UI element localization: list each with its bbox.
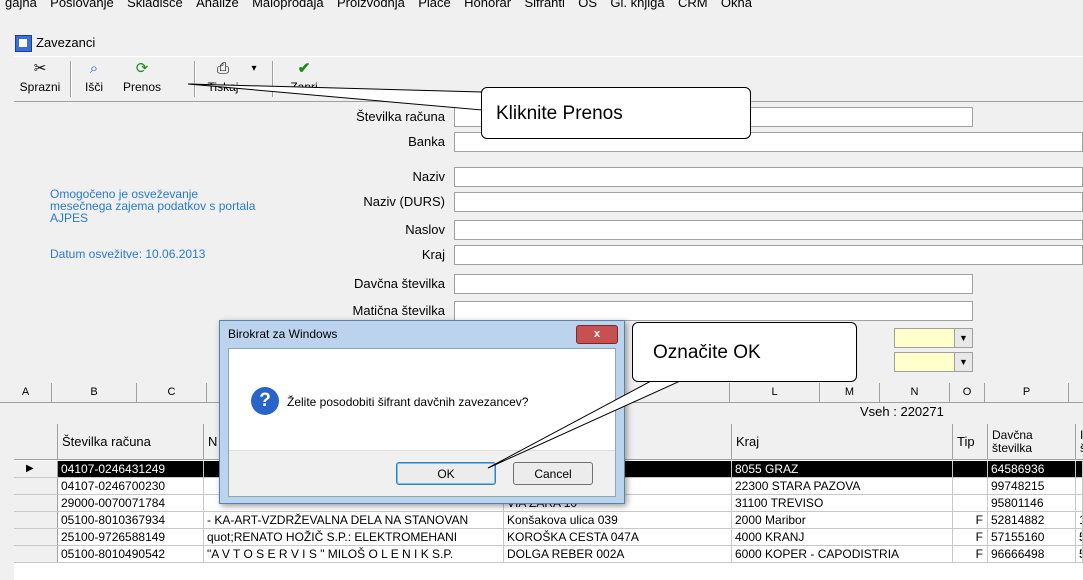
callout-ok: Označite OK — [632, 322, 857, 382]
callout-ok-pointer — [487, 371, 701, 469]
callout-prenos-pointer — [187, 83, 483, 111]
callout-prenos: Kliknite Prenos — [481, 87, 751, 139]
